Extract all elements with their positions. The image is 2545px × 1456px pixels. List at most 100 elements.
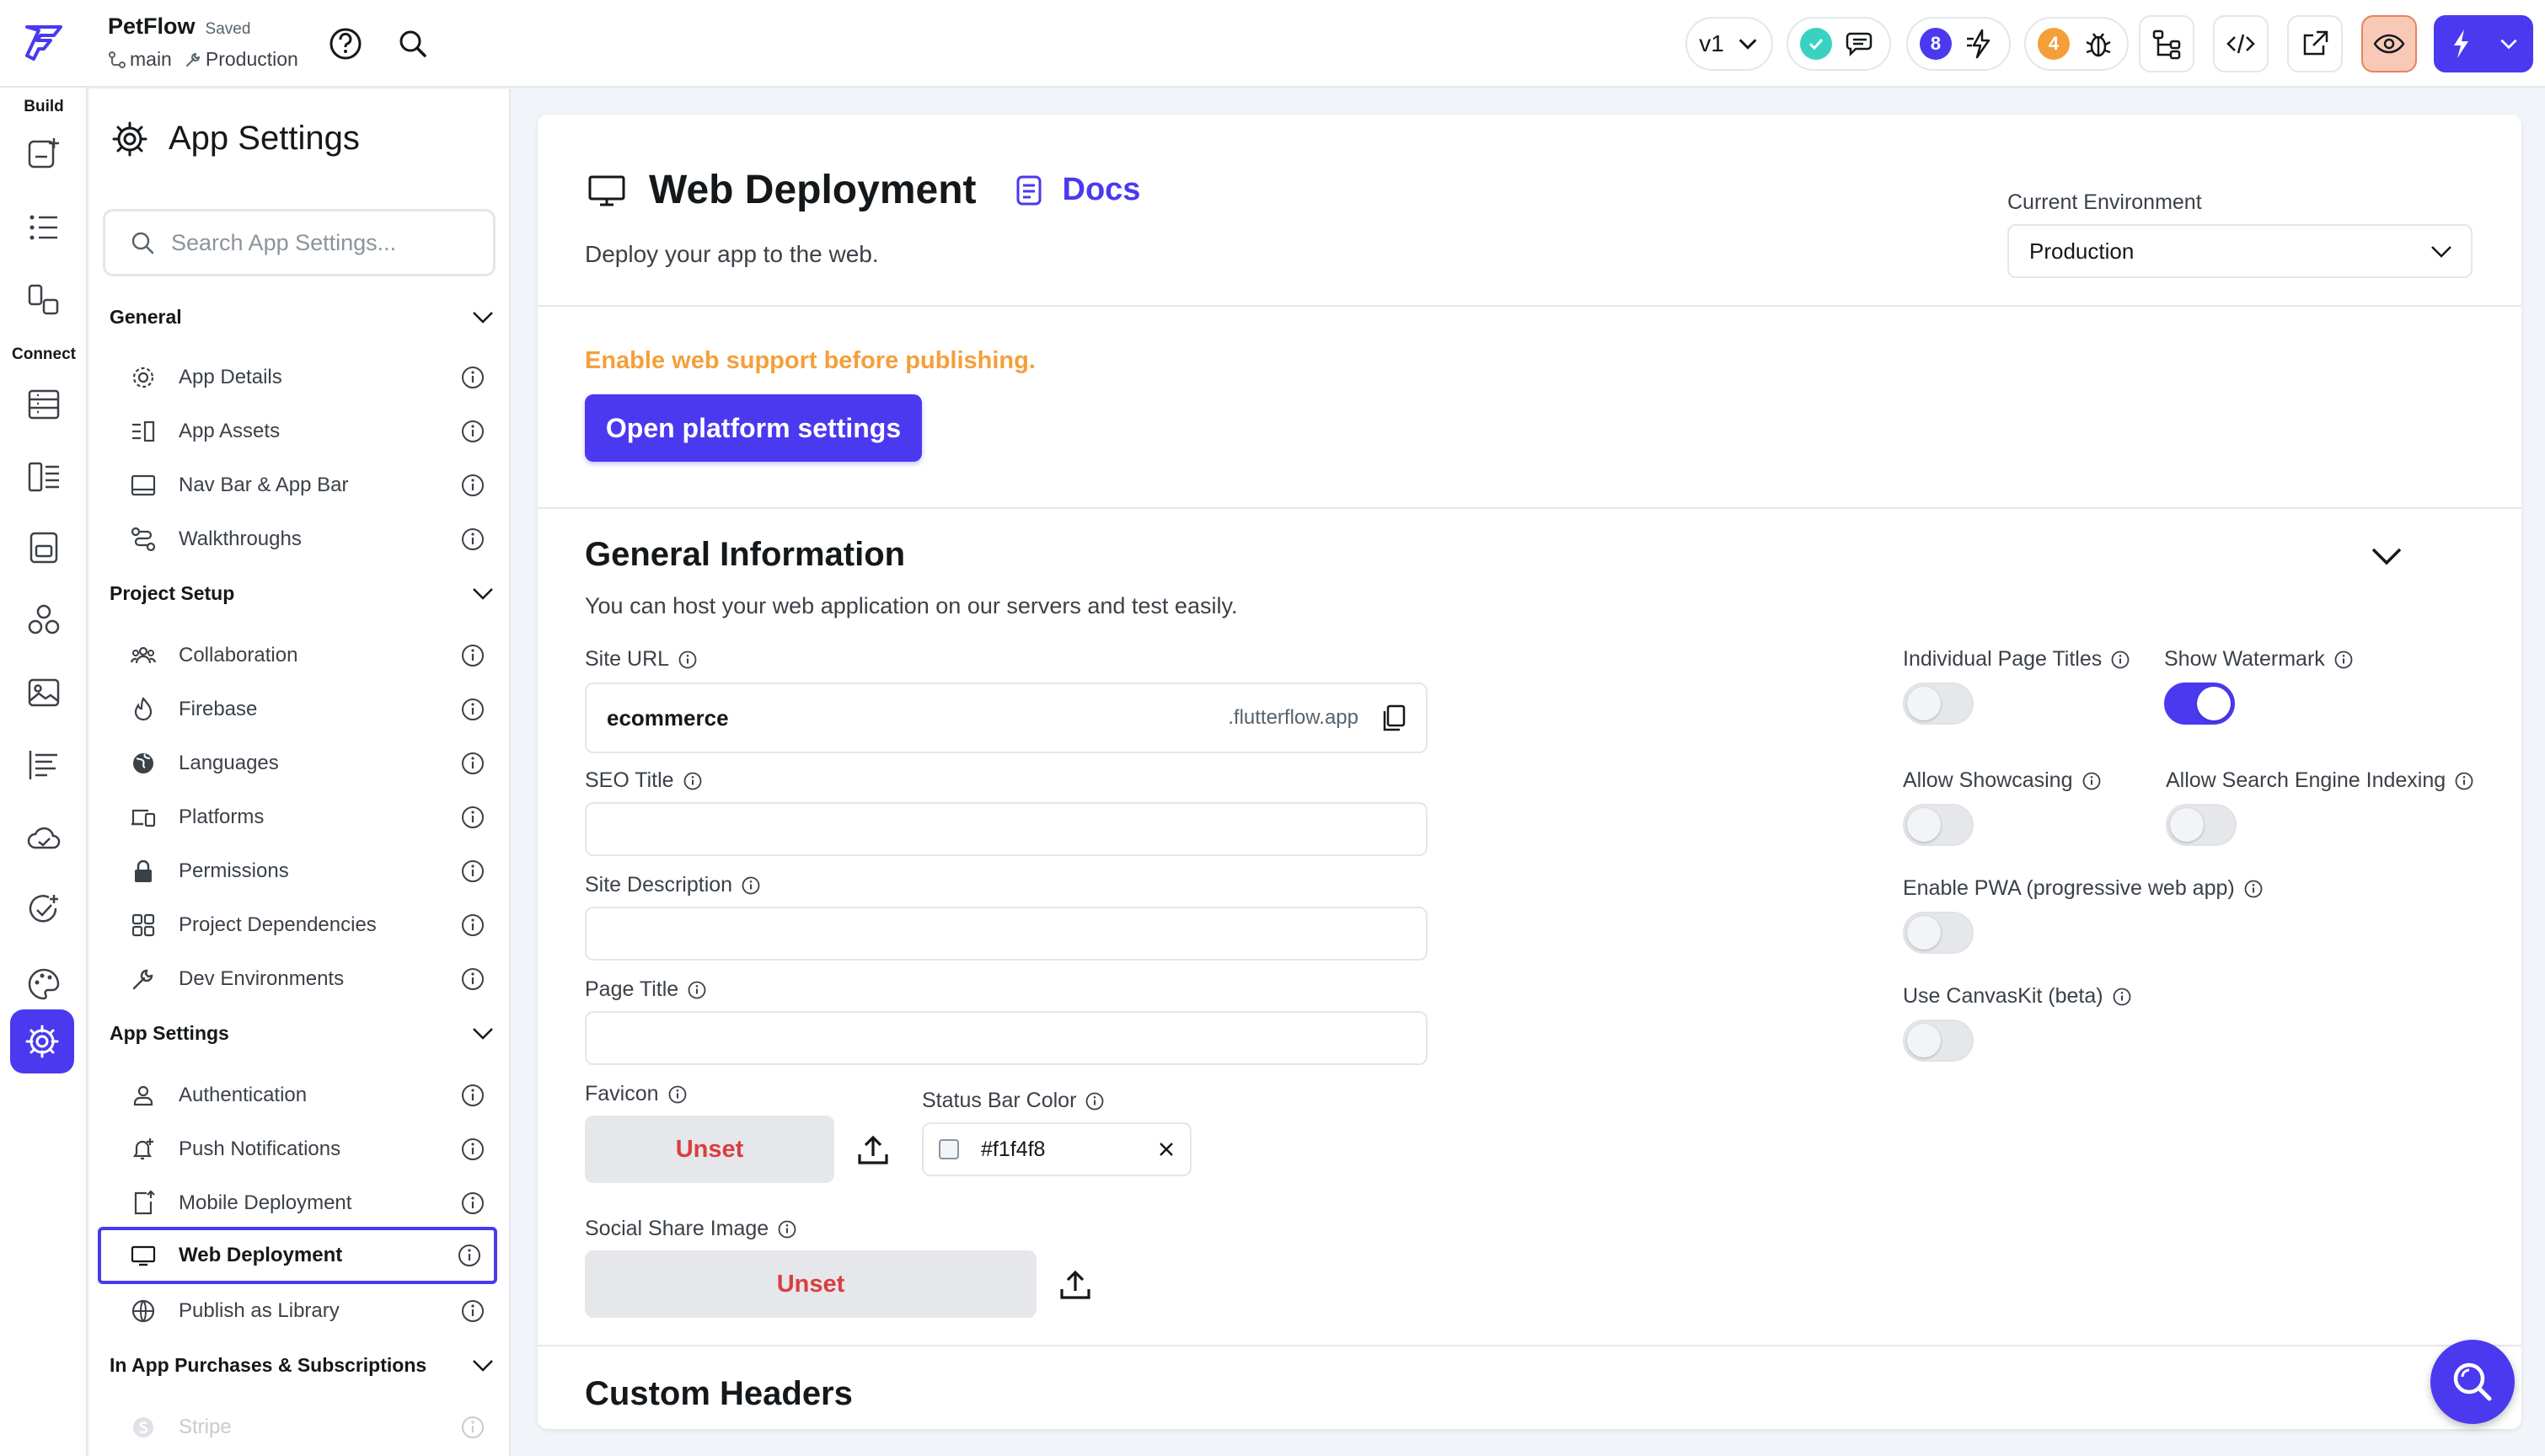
section-in-app-purchases[interactable]: In App Purchases & Subscriptions [110,1348,496,1382]
branching-button[interactable] [2139,15,2194,72]
preview-button[interactable] [2361,15,2417,72]
social-share-unset-button[interactable]: Unset [585,1250,1037,1318]
sidebar-item-app-details[interactable]: App Details [98,352,497,403]
sidebar-item-nav-bar[interactable]: Nav Bar & App Bar [98,460,497,511]
seo-title-input[interactable] [585,802,1428,856]
info-icon[interactable] [2082,771,2102,791]
individual-page-titles-toggle[interactable] [1903,682,1974,725]
clear-close-icon[interactable] [1156,1139,1176,1159]
theme-palette-icon[interactable] [24,964,64,1004]
info-icon[interactable] [460,966,485,992]
info-icon[interactable] [457,1243,482,1268]
database-icon[interactable] [24,384,64,425]
cloud-functions-icon[interactable] [24,817,64,858]
show-watermark-toggle[interactable] [2164,682,2235,725]
media-assets-icon[interactable] [24,672,64,713]
docs-link[interactable]: Docs [1012,172,1140,208]
version-selector[interactable]: v1 [1685,17,1773,71]
sidebar-item-walkthroughs[interactable]: Walkthroughs [98,514,497,565]
sidebar-item-app-assets[interactable]: App Assets [98,406,497,457]
run-button[interactable] [2434,15,2533,72]
section-app-settings[interactable]: App Settings [110,1016,496,1050]
status-comments-group[interactable] [1787,17,1891,71]
info-icon[interactable] [460,805,485,830]
sidebar-item-push-notifications[interactable]: Push Notifications [98,1124,497,1175]
info-icon[interactable] [460,365,485,390]
branch-selector[interactable]: main [108,48,172,71]
info-icon[interactable] [460,527,485,552]
testing-icon[interactable] [24,890,64,930]
floating-search-button[interactable] [2430,1340,2515,1424]
issues-group[interactable]: 4 [2024,17,2129,71]
info-icon[interactable] [1085,1091,1105,1111]
sidebar-item-collaboration[interactable]: Collaboration [98,630,497,681]
info-icon[interactable] [2454,771,2474,791]
help-icon[interactable] [327,25,364,62]
sidebar-item-web-deployment[interactable]: Web Deployment [98,1227,497,1284]
color-swatch[interactable] [939,1139,959,1159]
info-icon[interactable] [460,1415,485,1440]
collapse-chevron-icon[interactable] [2366,536,2407,576]
info-icon[interactable] [460,419,485,444]
open-platform-settings-button[interactable]: Open platform settings [585,394,922,462]
upload-icon[interactable] [1055,1264,1096,1304]
sidebar-item-authentication[interactable]: Authentication [98,1070,497,1121]
copy-icon[interactable] [1379,704,1407,732]
api-calls-icon[interactable] [24,745,64,785]
sidebar-item-dev-environments[interactable]: Dev Environments [98,954,497,1004]
environment-dropdown[interactable]: Production [2007,224,2473,278]
info-icon[interactable] [460,1083,485,1108]
info-icon[interactable] [460,1191,485,1216]
info-icon[interactable] [777,1219,797,1239]
add-page-icon[interactable] [24,133,64,174]
components-icon[interactable] [24,280,64,320]
info-icon[interactable] [2243,879,2264,899]
section-project-setup[interactable]: Project Setup [110,576,496,610]
info-icon[interactable] [460,1137,485,1162]
info-icon[interactable] [460,473,485,498]
site-url-input[interactable]: ecommerce .flutterflow.app [585,682,1428,753]
search-icon[interactable] [394,25,431,62]
status-bar-color-picker[interactable]: #f1f4f8 [922,1122,1192,1176]
integrations-icon[interactable] [24,600,64,640]
open-external-button[interactable] [2287,15,2343,72]
settings-search-input[interactable]: Search App Settings... [103,209,496,276]
info-icon[interactable] [687,980,707,1000]
storage-icon[interactable] [24,527,64,568]
info-icon[interactable] [460,913,485,938]
section-general[interactable]: General [110,300,496,334]
view-code-button[interactable] [2213,15,2269,72]
site-description-input[interactable] [585,907,1428,961]
info-icon[interactable] [460,697,485,722]
data-schema-icon[interactable] [24,457,64,497]
enable-pwa-toggle[interactable] [1903,912,1974,954]
sidebar-item-mobile-deployment[interactable]: Mobile Deployment [98,1178,497,1228]
suggestions-group[interactable]: 8 [1906,17,2011,71]
sidebar-item-permissions[interactable]: Permissions [98,846,497,897]
info-icon[interactable] [460,859,485,884]
info-icon[interactable] [460,643,485,668]
project-name[interactable]: PetFlow [108,13,196,39]
chevron-down-icon[interactable] [2498,33,2520,55]
sidebar-item-firebase[interactable]: Firebase [98,684,497,735]
page-title-input[interactable] [585,1011,1428,1065]
info-icon[interactable] [2112,987,2132,1007]
sidebar-item-stripe[interactable]: Stripe [98,1402,497,1453]
info-icon[interactable] [2110,650,2130,670]
flutterflow-logo-icon[interactable] [20,19,67,66]
info-icon[interactable] [683,771,703,791]
info-icon[interactable] [2333,650,2354,670]
info-icon[interactable] [460,1298,485,1324]
info-icon[interactable] [741,875,761,896]
info-icon[interactable] [667,1084,688,1105]
widget-tree-icon[interactable] [24,207,64,248]
sidebar-item-project-dependencies[interactable]: Project Dependencies [98,900,497,950]
use-canvaskit-toggle[interactable] [1903,1020,1974,1062]
allow-search-engine-indexing-toggle[interactable] [2166,804,2237,846]
allow-showcasing-toggle[interactable] [1903,804,1974,846]
settings-gear-icon[interactable] [10,1009,74,1073]
sidebar-item-publish-library[interactable]: Publish as Library [98,1286,497,1336]
sidebar-item-platforms[interactable]: Platforms [98,792,497,843]
info-icon[interactable] [678,650,698,670]
info-icon[interactable] [460,751,485,776]
